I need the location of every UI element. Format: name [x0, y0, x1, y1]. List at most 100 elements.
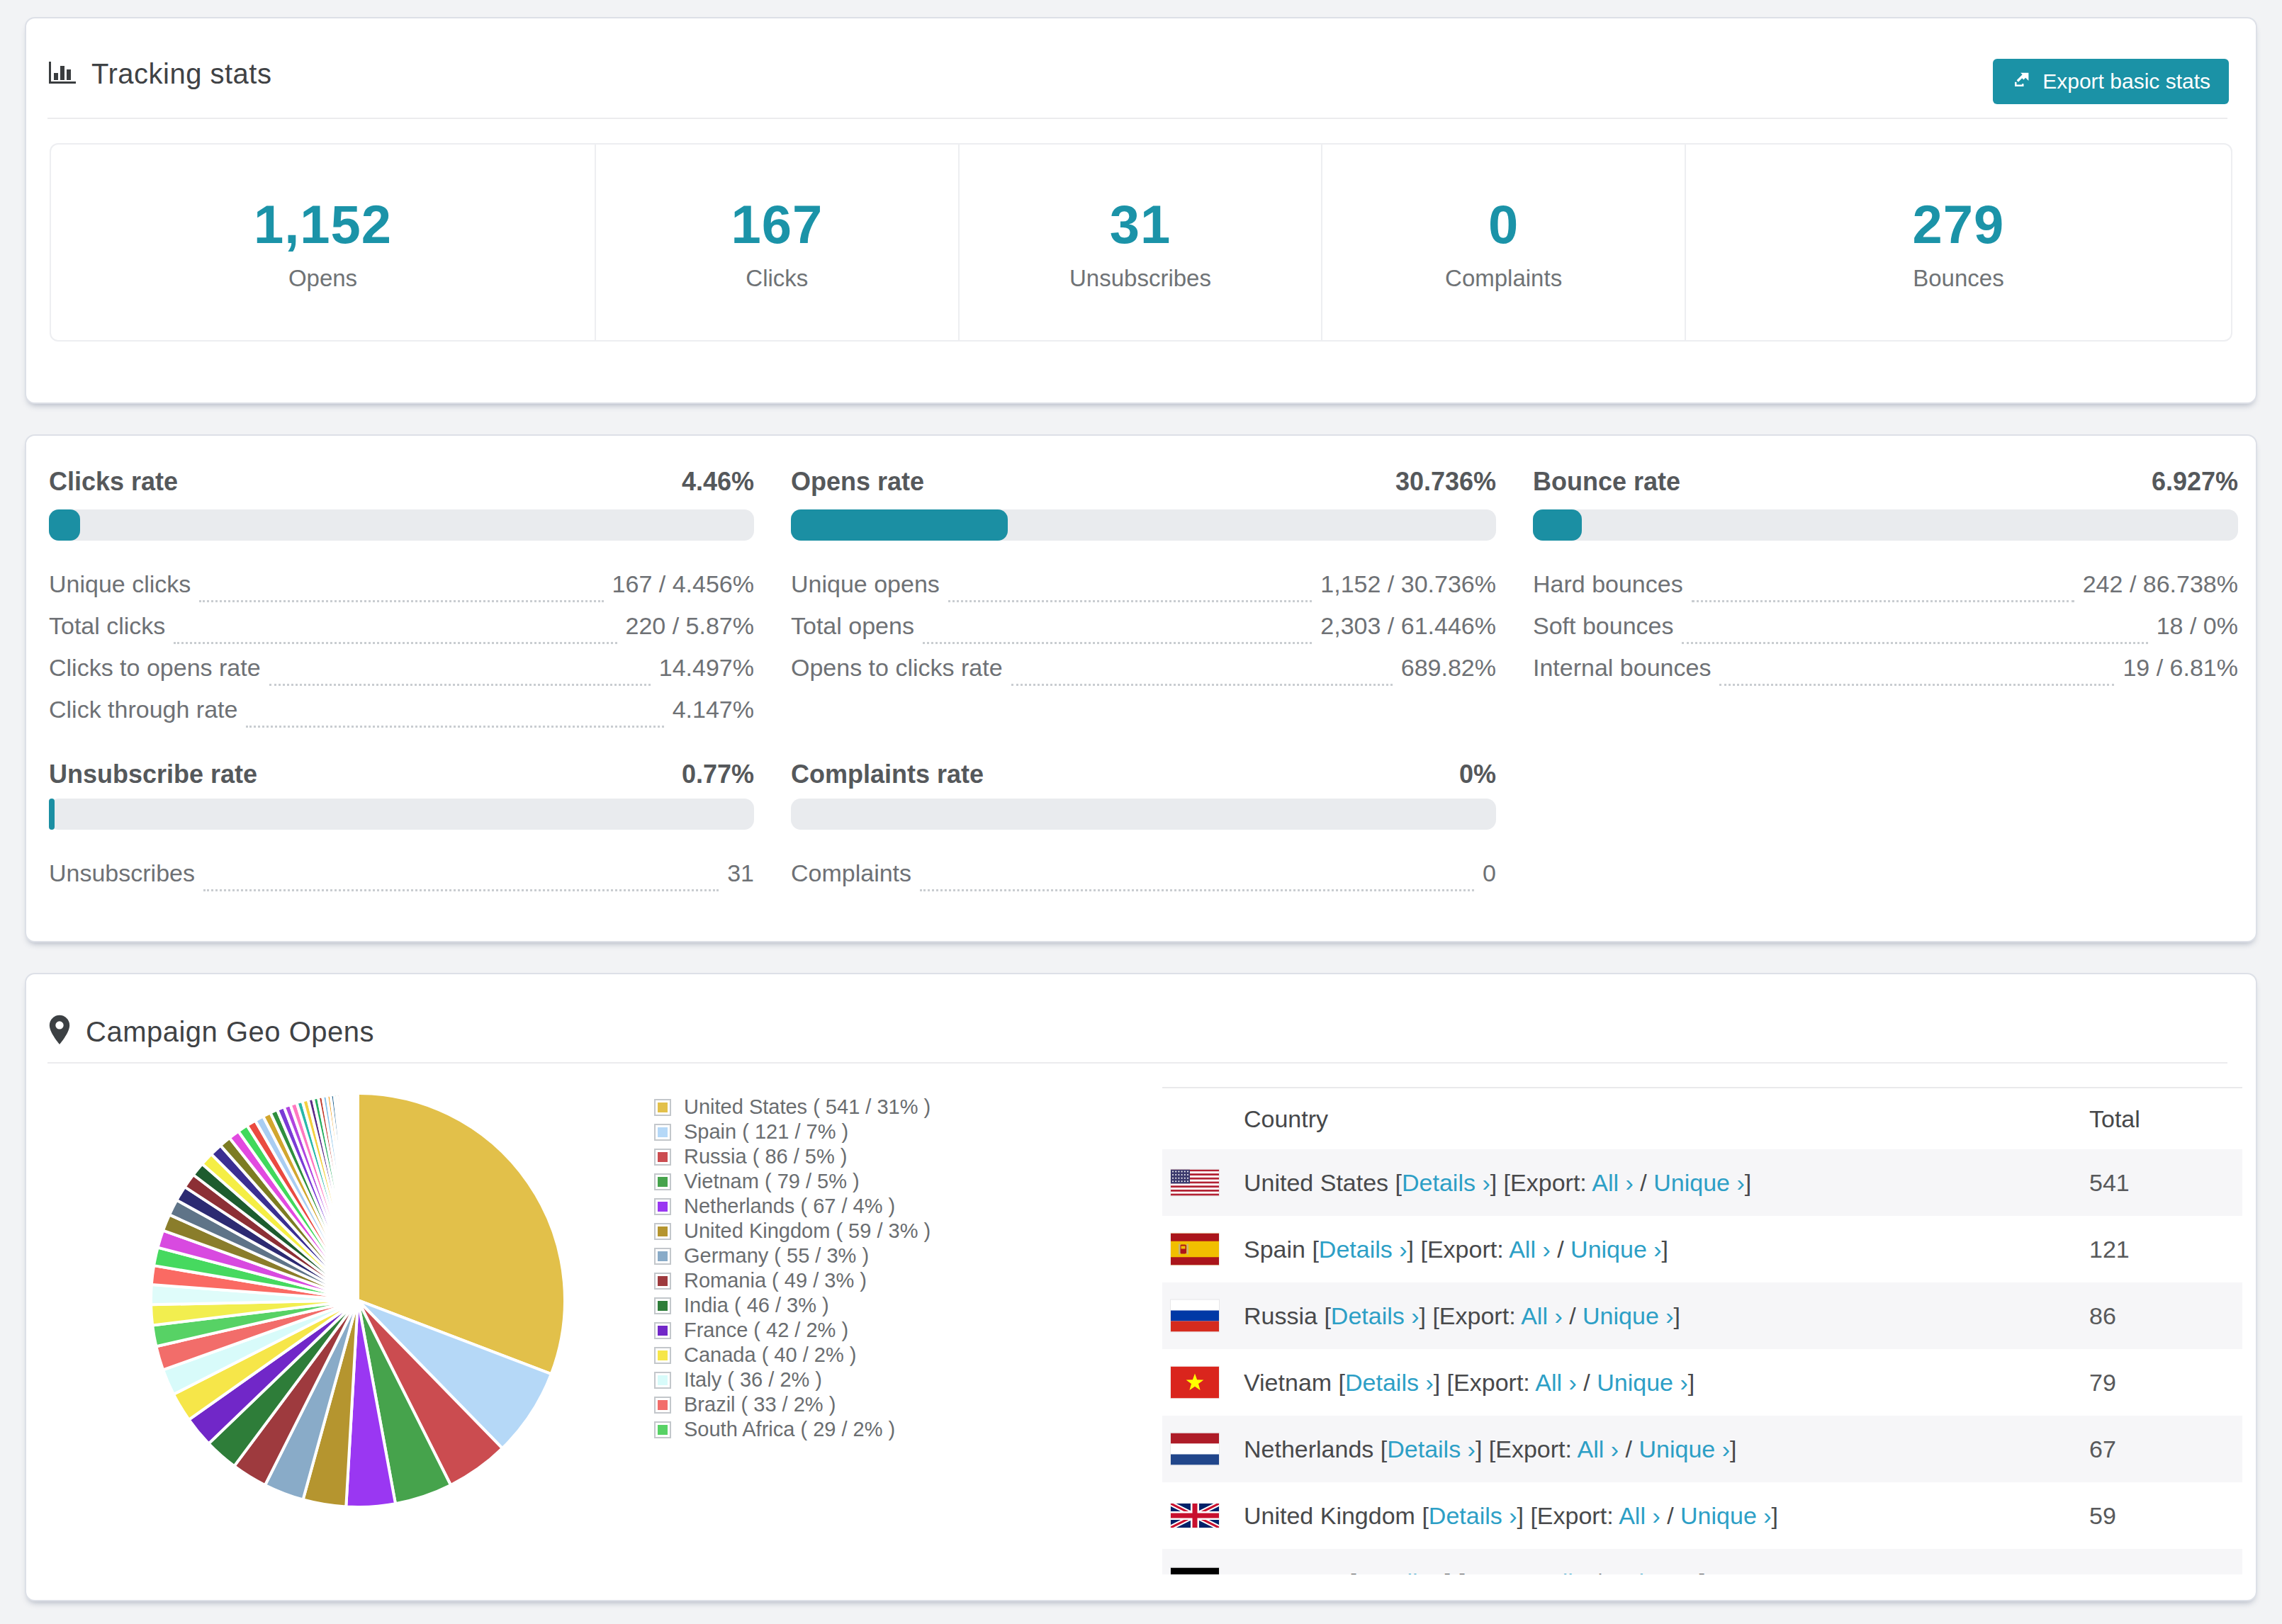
export-unique-link[interactable]: Unique › [1608, 1569, 1699, 1575]
campaign-geo-opens-card: Campaign Geo Opens United States ( 541 /… [25, 973, 2257, 1601]
rate-detail-value: 167 / 4.456% [612, 570, 754, 612]
export-all-link[interactable]: All › [1535, 1369, 1577, 1396]
rate-value: 4.46% [682, 467, 754, 497]
export-all-link[interactable]: All › [1619, 1502, 1660, 1529]
stat-label: Bounces [1913, 265, 2003, 292]
rate-detail-row: Total clicks220 / 5.87% [49, 612, 754, 654]
legend-item-france[interactable]: France ( 42 / 2% ) [654, 1318, 931, 1343]
legend-label: Canada ( 40 / 2% ) [684, 1343, 856, 1367]
rate-detail-label: Hard bounces [1533, 570, 1683, 612]
details-link[interactable]: Details › [1429, 1502, 1517, 1529]
page-title: Tracking stats [91, 58, 271, 90]
stat-complaints: 0Complaints [1322, 145, 1686, 340]
rate-detail-row: Unique clicks167 / 4.456% [49, 570, 754, 612]
legend-item-romania[interactable]: Romania ( 49 / 3% ) [654, 1268, 931, 1293]
geo-legend: United States ( 541 / 31% )Spain ( 121 /… [654, 1095, 931, 1442]
legend-swatch [654, 1198, 671, 1215]
country-cell: Spain [Details ›] [Export: All › / Uniqu… [1244, 1236, 1668, 1263]
legend-item-spain[interactable]: Spain ( 121 / 7% ) [654, 1120, 931, 1144]
rate-title: Bounce rate [1533, 467, 1680, 497]
country-name: Vietnam [1244, 1369, 1339, 1396]
legend-item-south-africa[interactable]: South Africa ( 29 / 2% ) [654, 1417, 931, 1442]
legend-swatch [654, 1297, 671, 1314]
bar-chart-icon [47, 60, 77, 89]
export-all-link[interactable]: All › [1546, 1569, 1588, 1575]
geo-divider [47, 1062, 2227, 1064]
stat-label: Clicks [746, 265, 808, 292]
rate-detail-row: Opens to clicks rate689.82% [791, 654, 1496, 696]
legend-swatch [654, 1149, 671, 1166]
details-link[interactable]: Details › [1331, 1302, 1420, 1329]
legend-label: Vietnam ( 79 / 5% ) [684, 1170, 860, 1193]
legend-label: Romania ( 49 / 3% ) [684, 1269, 867, 1292]
dotted-leader [1692, 570, 2074, 602]
stat-value: 0 [1488, 193, 1519, 255]
export-unique-link[interactable]: Unique › [1653, 1169, 1745, 1196]
map-pin-icon [47, 1014, 72, 1049]
export-basic-stats-button[interactable]: Export basic stats [1993, 59, 2229, 104]
export-all-link[interactable]: All › [1592, 1169, 1634, 1196]
country-cell: United States [Details ›] [Export: All ›… [1244, 1169, 1751, 1197]
russia-flag-icon [1171, 1300, 1219, 1332]
legend-item-russia[interactable]: Russia ( 86 / 5% ) [654, 1144, 931, 1169]
export-all-link[interactable]: All › [1578, 1436, 1619, 1462]
geo-table-row-germany: Germany [Details ›] [Export: All › / Uni… [1162, 1549, 2242, 1574]
dotted-leader [174, 612, 617, 644]
rate-progress-bar [49, 799, 754, 830]
dotted-leader [1682, 612, 2147, 644]
rate-detail-value: 18 / 0% [2157, 612, 2238, 654]
rate-detail-row: Unsubscribes31 [49, 859, 754, 901]
rate-detail-row: Hard bounces242 / 86.738% [1533, 570, 2238, 612]
legend-item-netherlands[interactable]: Netherlands ( 67 / 4% ) [654, 1194, 931, 1219]
geo-table: Country Total United States [Details ›] … [1162, 1087, 2242, 1574]
country-cell: Netherlands [Details ›] [Export: All › /… [1244, 1436, 1736, 1463]
rate-detail-row: Internal bounces19 / 6.81% [1533, 654, 2238, 696]
export-unique-link[interactable]: Unique › [1680, 1502, 1772, 1529]
rate-detail-value: 2,303 / 61.446% [1320, 612, 1496, 654]
details-link[interactable]: Details › [1387, 1436, 1476, 1462]
rate-detail-label: Total opens [791, 612, 914, 654]
legend-item-germany[interactable]: Germany ( 55 / 3% ) [654, 1244, 931, 1268]
legend-item-canada[interactable]: Canada ( 40 / 2% ) [654, 1343, 931, 1368]
rate-progress-bar [49, 509, 754, 541]
total-cell: 541 [2089, 1169, 2130, 1197]
details-link[interactable]: Details › [1356, 1569, 1445, 1575]
rate-progress-fill [49, 509, 80, 541]
rate-progress-fill [791, 509, 1008, 541]
netherlands-flag-icon [1171, 1433, 1219, 1465]
legend-label: India ( 46 / 3% ) [684, 1294, 829, 1317]
pie-slice [357, 1093, 358, 1300]
details-link[interactable]: Details › [1402, 1169, 1490, 1196]
legend-item-vietnam[interactable]: Vietnam ( 79 / 5% ) [654, 1169, 931, 1194]
export-unique-link[interactable]: Unique › [1597, 1369, 1688, 1396]
legend-item-united-states[interactable]: United States ( 541 / 31% ) [654, 1095, 931, 1120]
stat-opens: 1,152Opens [51, 145, 596, 340]
geo-table-header: Country Total [1162, 1088, 2242, 1149]
details-link[interactable]: Details › [1345, 1369, 1434, 1396]
legend-swatch [654, 1248, 671, 1265]
united-kingdom-flag-icon [1171, 1504, 1219, 1528]
export-unique-link[interactable]: Unique › [1583, 1302, 1674, 1329]
legend-item-italy[interactable]: Italy ( 36 / 2% ) [654, 1368, 931, 1392]
rate-value: 0% [1459, 760, 1496, 789]
legend-item-united-kingdom[interactable]: United Kingdom ( 59 / 3% ) [654, 1219, 931, 1244]
legend-swatch [654, 1223, 671, 1240]
header-divider [47, 118, 2227, 119]
export-unique-link[interactable]: Unique › [1639, 1436, 1730, 1462]
export-all-link[interactable]: All › [1521, 1302, 1563, 1329]
rate-detail-label: Total clicks [49, 612, 165, 654]
export-all-link[interactable]: All › [1509, 1236, 1551, 1263]
rates-card: Clicks rate4.46%Unique clicks167 / 4.456… [25, 434, 2257, 942]
rate-detail-label: Soft bounces [1533, 612, 1673, 654]
legend-item-india[interactable]: India ( 46 / 3% ) [654, 1293, 931, 1318]
geo-header: Campaign Geo Opens [47, 1014, 374, 1049]
legend-item-brazil[interactable]: Brazil ( 33 / 2% ) [654, 1392, 931, 1417]
stat-bounces: 279Bounces [1686, 145, 2231, 340]
details-link[interactable]: Details › [1319, 1236, 1407, 1263]
legend-swatch [654, 1099, 671, 1116]
country-name: United Kingdom [1244, 1502, 1422, 1529]
rate-detail-value: 14.497% [659, 654, 754, 696]
legend-swatch [654, 1322, 671, 1339]
export-icon [2011, 69, 2033, 95]
export-unique-link[interactable]: Unique › [1570, 1236, 1662, 1263]
